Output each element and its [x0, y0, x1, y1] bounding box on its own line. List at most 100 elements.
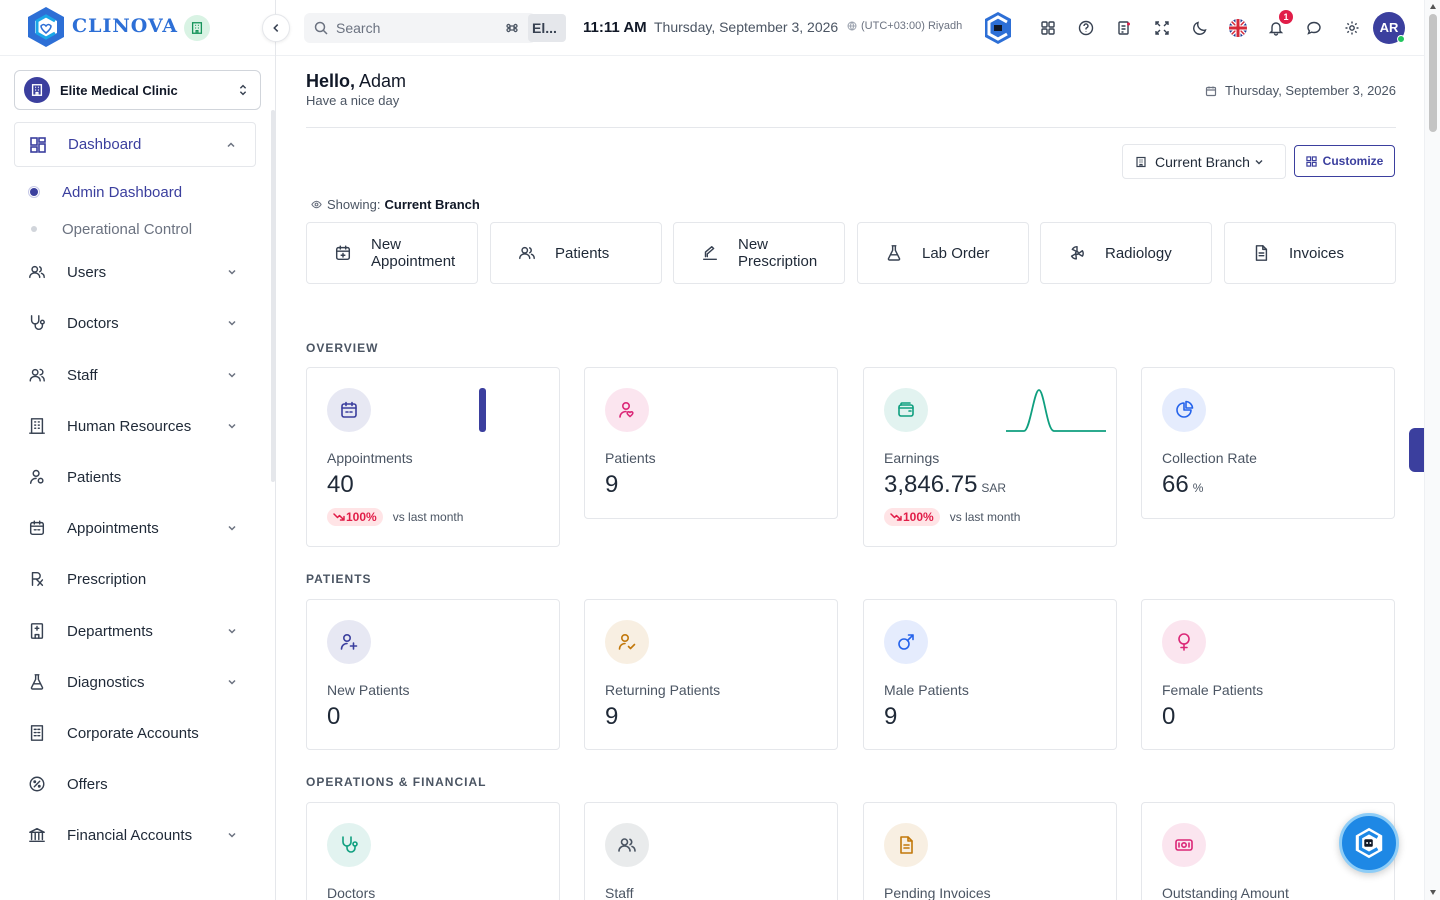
trend-caption: vs last month [392, 510, 464, 524]
quick-action-patients[interactable]: Patients [490, 222, 662, 284]
report-icon[interactable] [1114, 18, 1134, 38]
corporate-icon [28, 724, 46, 742]
quick-action-invoices[interactable]: Invoices [1224, 222, 1396, 284]
timezone: (UTC+03:00) Riyadh [847, 20, 962, 32]
stat-value-number: 0 [327, 703, 341, 730]
sidebar-item-prescription[interactable]: Prescription [14, 559, 256, 599]
chevron-down-icon [1253, 156, 1265, 168]
branch-chip[interactable]: El... [528, 14, 566, 42]
showing-value: Current Branch [384, 197, 480, 212]
stat-card-new-patients[interactable]: New Patients 0 [306, 599, 560, 750]
stat-card-returning-patients[interactable]: Returning Patients 9 [584, 599, 838, 750]
help-icon[interactable] [1076, 18, 1096, 38]
scroll-up-arrow-icon[interactable] [1429, 3, 1437, 11]
patient-icon [28, 468, 46, 486]
cash-icon [1162, 823, 1206, 867]
sidebar-item-financial-accounts[interactable]: Financial Accounts [14, 815, 256, 855]
collapse-sidebar-button[interactable] [262, 14, 290, 42]
scroll-down-arrow-icon[interactable] [1429, 888, 1437, 896]
sidebar-subitem-operational-control[interactable]: Operational Control [28, 217, 192, 241]
stat-card-label: Male Patients [884, 682, 969, 698]
search-input[interactable] [336, 20, 506, 36]
stat-value-unit: SAR [981, 481, 1007, 495]
settings-gear-icon[interactable] [1342, 18, 1362, 38]
prescription-icon [28, 570, 46, 588]
uk-flag-icon[interactable] [1229, 19, 1247, 37]
quick-action-label: Radiology [1105, 244, 1172, 262]
stat-card-doctors[interactable]: Doctors [306, 802, 560, 900]
sidebar-subitem-label: Operational Control [62, 220, 193, 238]
side-panel-tab[interactable] [1409, 428, 1424, 472]
sidebar-item-human-resources[interactable]: Human Resources [14, 406, 256, 446]
quick-action-new-prescription[interactable]: New Prescription [673, 222, 845, 284]
stat-card-collection-rate[interactable]: Collection Rate 66% [1141, 367, 1395, 519]
trend-down-icon [890, 511, 902, 523]
stat-card-earnings[interactable]: Earnings 3,846.75 SAR 100% vs last month [863, 367, 1117, 547]
stat-card-value: 66% [1162, 471, 1203, 499]
chat-bubble-icon[interactable] [1304, 18, 1324, 38]
quick-action-new-appointment[interactable]: New Appointment [306, 222, 478, 284]
sidebar-item-patients[interactable]: Patients [14, 457, 256, 497]
stat-card-label: Patients [605, 450, 656, 466]
chevron-down-icon [226, 676, 238, 688]
sidebar-item-corporate-accounts[interactable]: Corporate Accounts [14, 713, 256, 753]
quick-action-radiology[interactable]: Radiology [1040, 222, 1212, 284]
stethoscope-icon [327, 823, 371, 867]
stat-card-pending-invoices[interactable]: Pending Invoices [863, 802, 1117, 900]
sidebar-item-doctors[interactable]: Doctors [14, 303, 256, 343]
stat-value-number: 66 [1162, 471, 1189, 498]
sidebar-item-label: Dashboard [68, 136, 142, 153]
notification-count-badge: 1 [1279, 10, 1293, 24]
branch-filter-dropdown[interactable]: Current Branch [1122, 144, 1286, 179]
customize-button[interactable]: Customize [1294, 145, 1395, 177]
bank-icon [28, 826, 46, 844]
sidebar-item-users[interactable]: Users [14, 252, 256, 292]
today-date-label: Thursday, September 3, 2026 [1224, 83, 1396, 98]
sidebar-subitem-admin-dashboard[interactable]: Admin Dashboard [28, 180, 182, 204]
users-icon [28, 263, 46, 281]
stat-card-value: 0 [327, 703, 340, 731]
apps-grid-icon[interactable] [1038, 18, 1058, 38]
sidebar-scrollbar[interactable] [271, 110, 275, 482]
stat-card-value: 0 [1162, 703, 1175, 731]
sidebar-item-dashboard[interactable]: Dashboard [14, 122, 256, 167]
clinic-building-icon [24, 77, 50, 103]
stethoscope-icon [28, 314, 46, 332]
clinic-selector[interactable]: Elite Medical Clinic [14, 70, 261, 110]
quick-action-label: Patients [555, 244, 610, 262]
radiation-icon [1068, 244, 1086, 262]
stat-card-appointments[interactable]: Appointments 40 100% vs last month [306, 367, 560, 547]
greeting-prefix: Hello, [306, 71, 356, 91]
sidebar-item-offers[interactable]: Offers [14, 764, 256, 804]
page-scrollbar[interactable] [1424, 0, 1440, 900]
logo-row: CLINOVA [0, 0, 275, 56]
search-box[interactable] [304, 13, 536, 43]
assistant-chat-button[interactable] [1339, 813, 1399, 873]
stat-card-trend: 100% vs last month [884, 508, 1020, 526]
quick-action-lab-order[interactable]: Lab Order [857, 222, 1029, 284]
fullscreen-icon[interactable] [1152, 18, 1172, 38]
stat-card-male-patients[interactable]: Male Patients 9 [863, 599, 1117, 750]
stat-card-patients[interactable]: Patients 9 [584, 367, 838, 519]
stat-card-female-patients[interactable]: Female Patients 0 [1141, 599, 1395, 750]
dark-mode-moon-icon[interactable] [1190, 18, 1210, 38]
stat-card-value: 3,846.75 SAR [884, 471, 1006, 499]
percent-icon [28, 775, 46, 793]
sidebar-item-departments[interactable]: Departments [14, 611, 256, 651]
stat-card-value: 9 [605, 471, 618, 499]
greeting-subtitle: Have a nice day [306, 93, 400, 108]
branch-building-icon[interactable] [184, 15, 210, 41]
stat-card-staff[interactable]: Staff [584, 802, 838, 900]
chevron-down-icon [226, 266, 238, 278]
scroll-thumb[interactable] [1429, 14, 1437, 132]
sidebar-item-appointments[interactable]: Appointments [14, 508, 256, 548]
sidebar-item-diagnostics[interactable]: Diagnostics [14, 662, 256, 702]
chevron-down-icon [226, 420, 238, 432]
customize-label: Customize [1322, 154, 1384, 168]
sidebar-subitem-label: Admin Dashboard [62, 183, 183, 201]
app-logo-icon[interactable] [983, 11, 1013, 45]
calendar-icon [28, 519, 46, 537]
clinova-logo-icon[interactable] [23, 4, 69, 50]
sidebar-item-staff[interactable]: Staff [14, 355, 256, 395]
chevron-down-icon [226, 625, 238, 637]
